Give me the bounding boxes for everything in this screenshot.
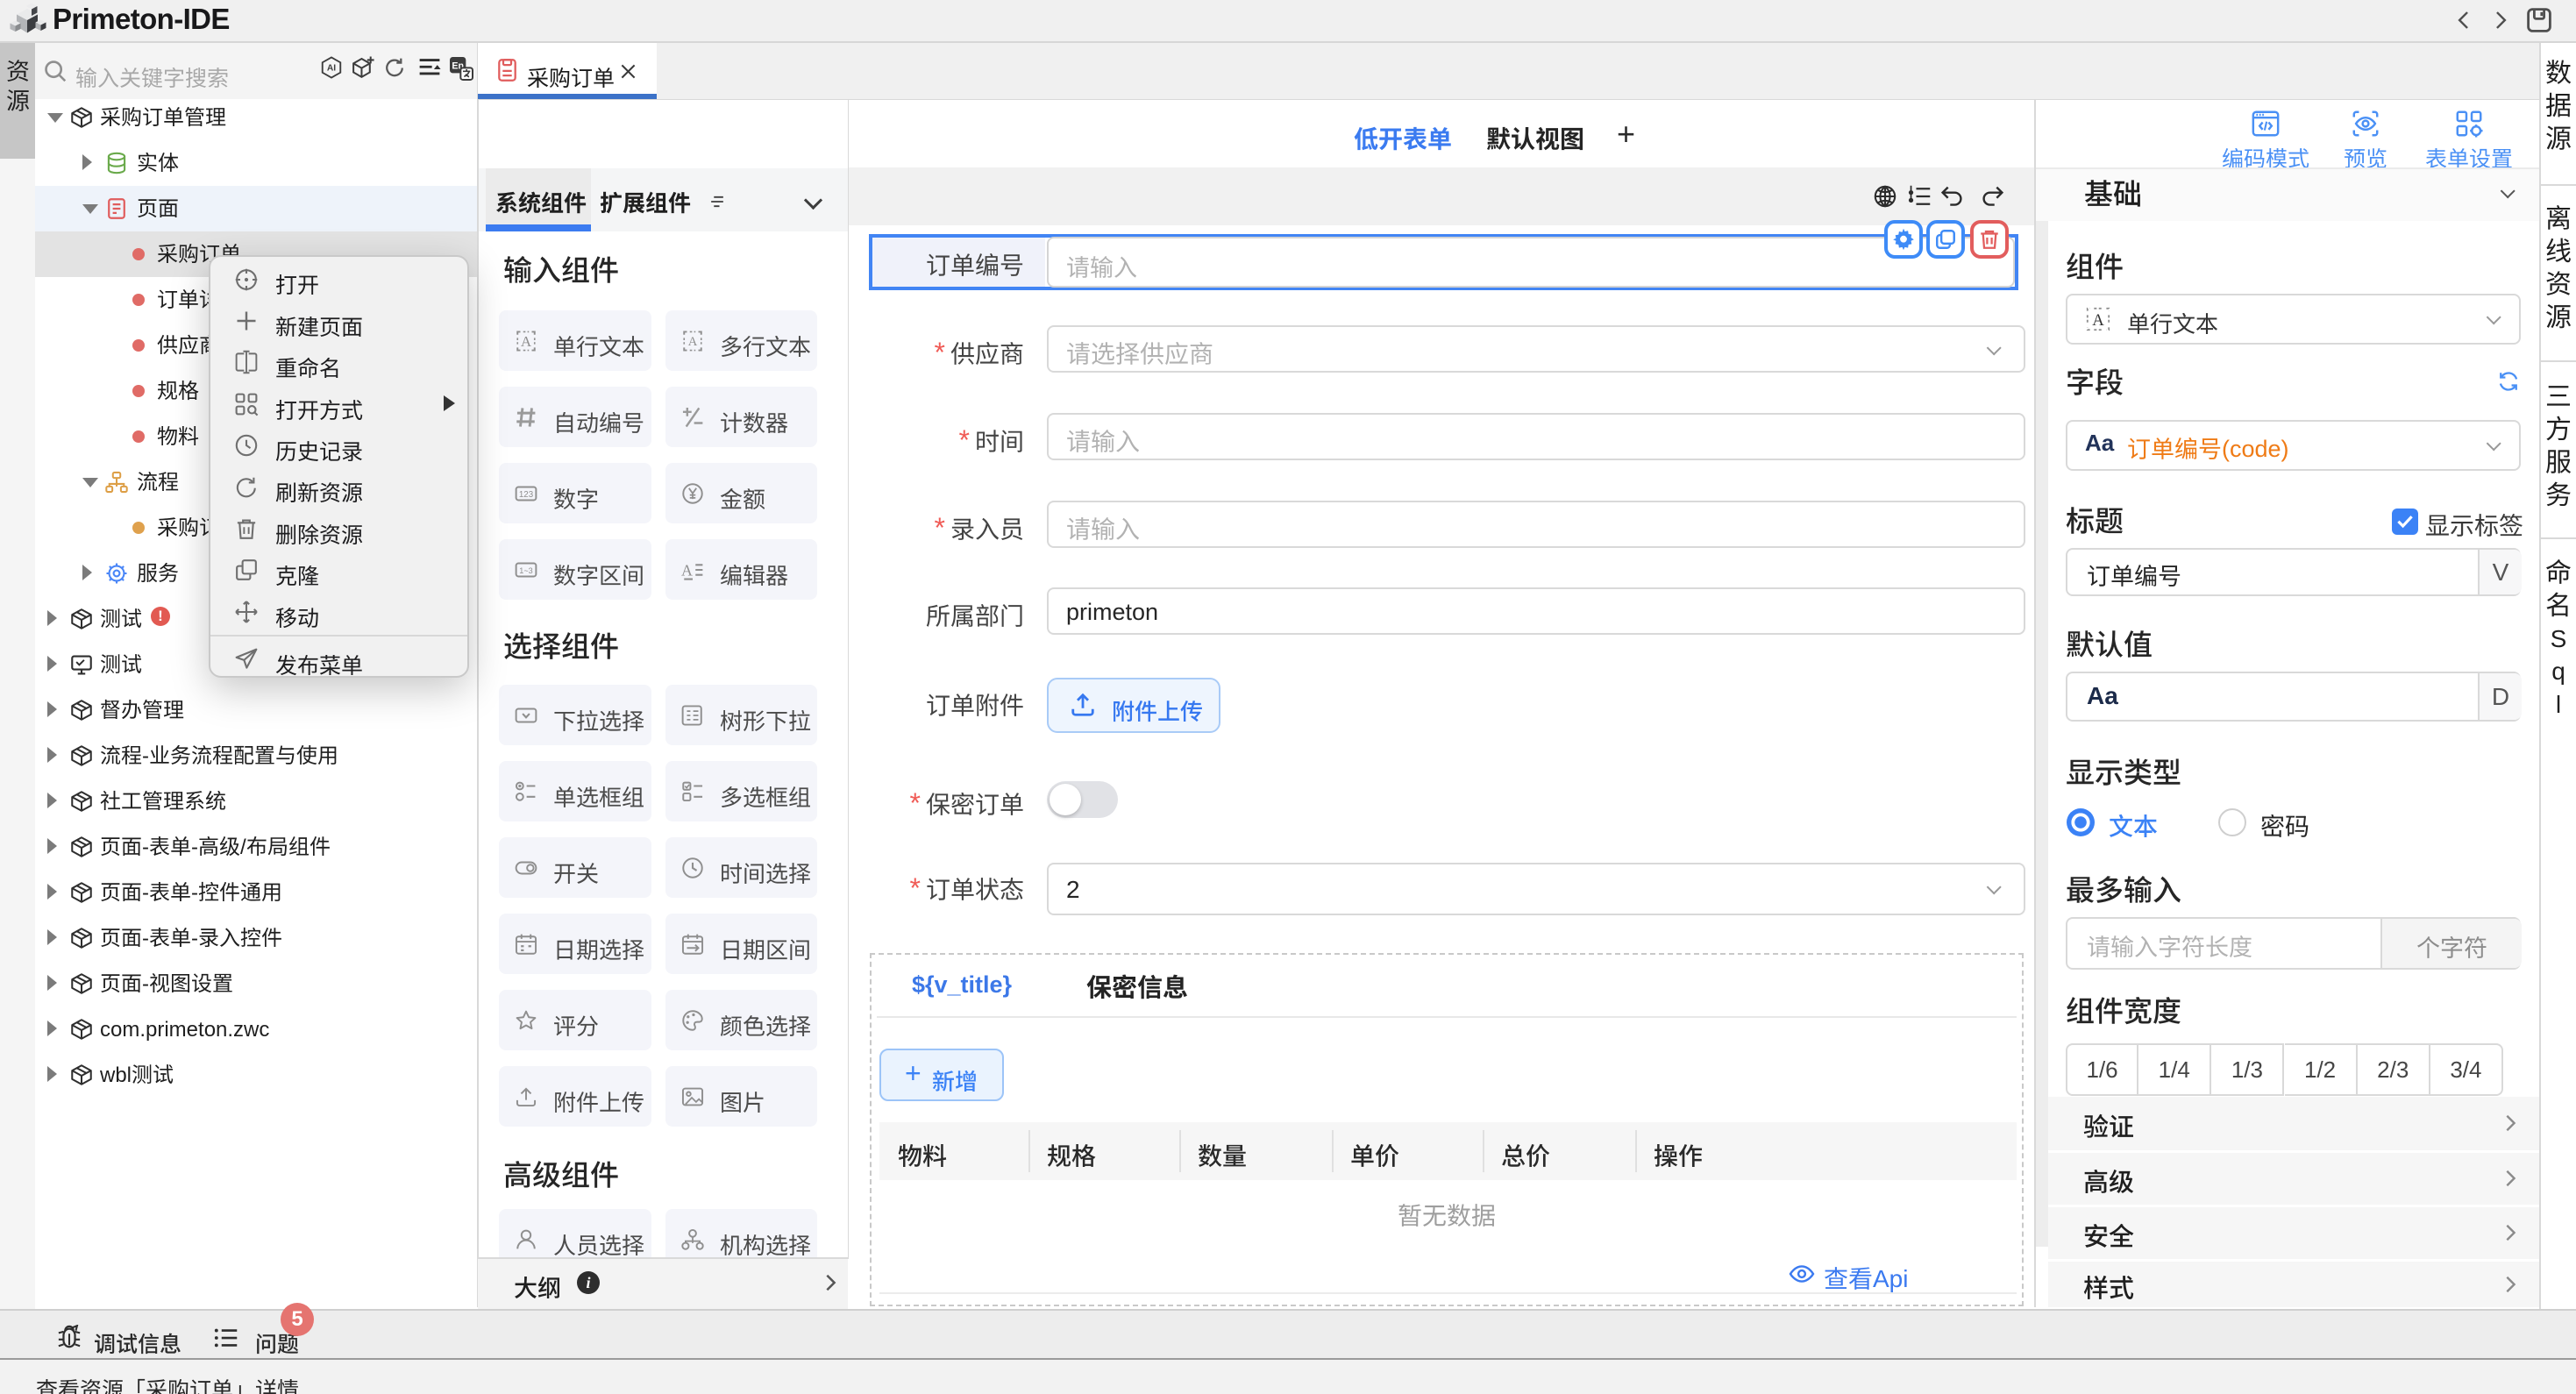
svg-text:1~3: 1~3	[519, 565, 532, 574]
svg-text:A: A	[2092, 311, 2104, 330]
svg-text:A: A	[521, 333, 532, 350]
svg-text:AI: AI	[327, 64, 336, 74]
svg-text:A: A	[688, 334, 698, 348]
svg-text:A: A	[681, 561, 693, 579]
svg-text:123: 123	[519, 490, 533, 500]
